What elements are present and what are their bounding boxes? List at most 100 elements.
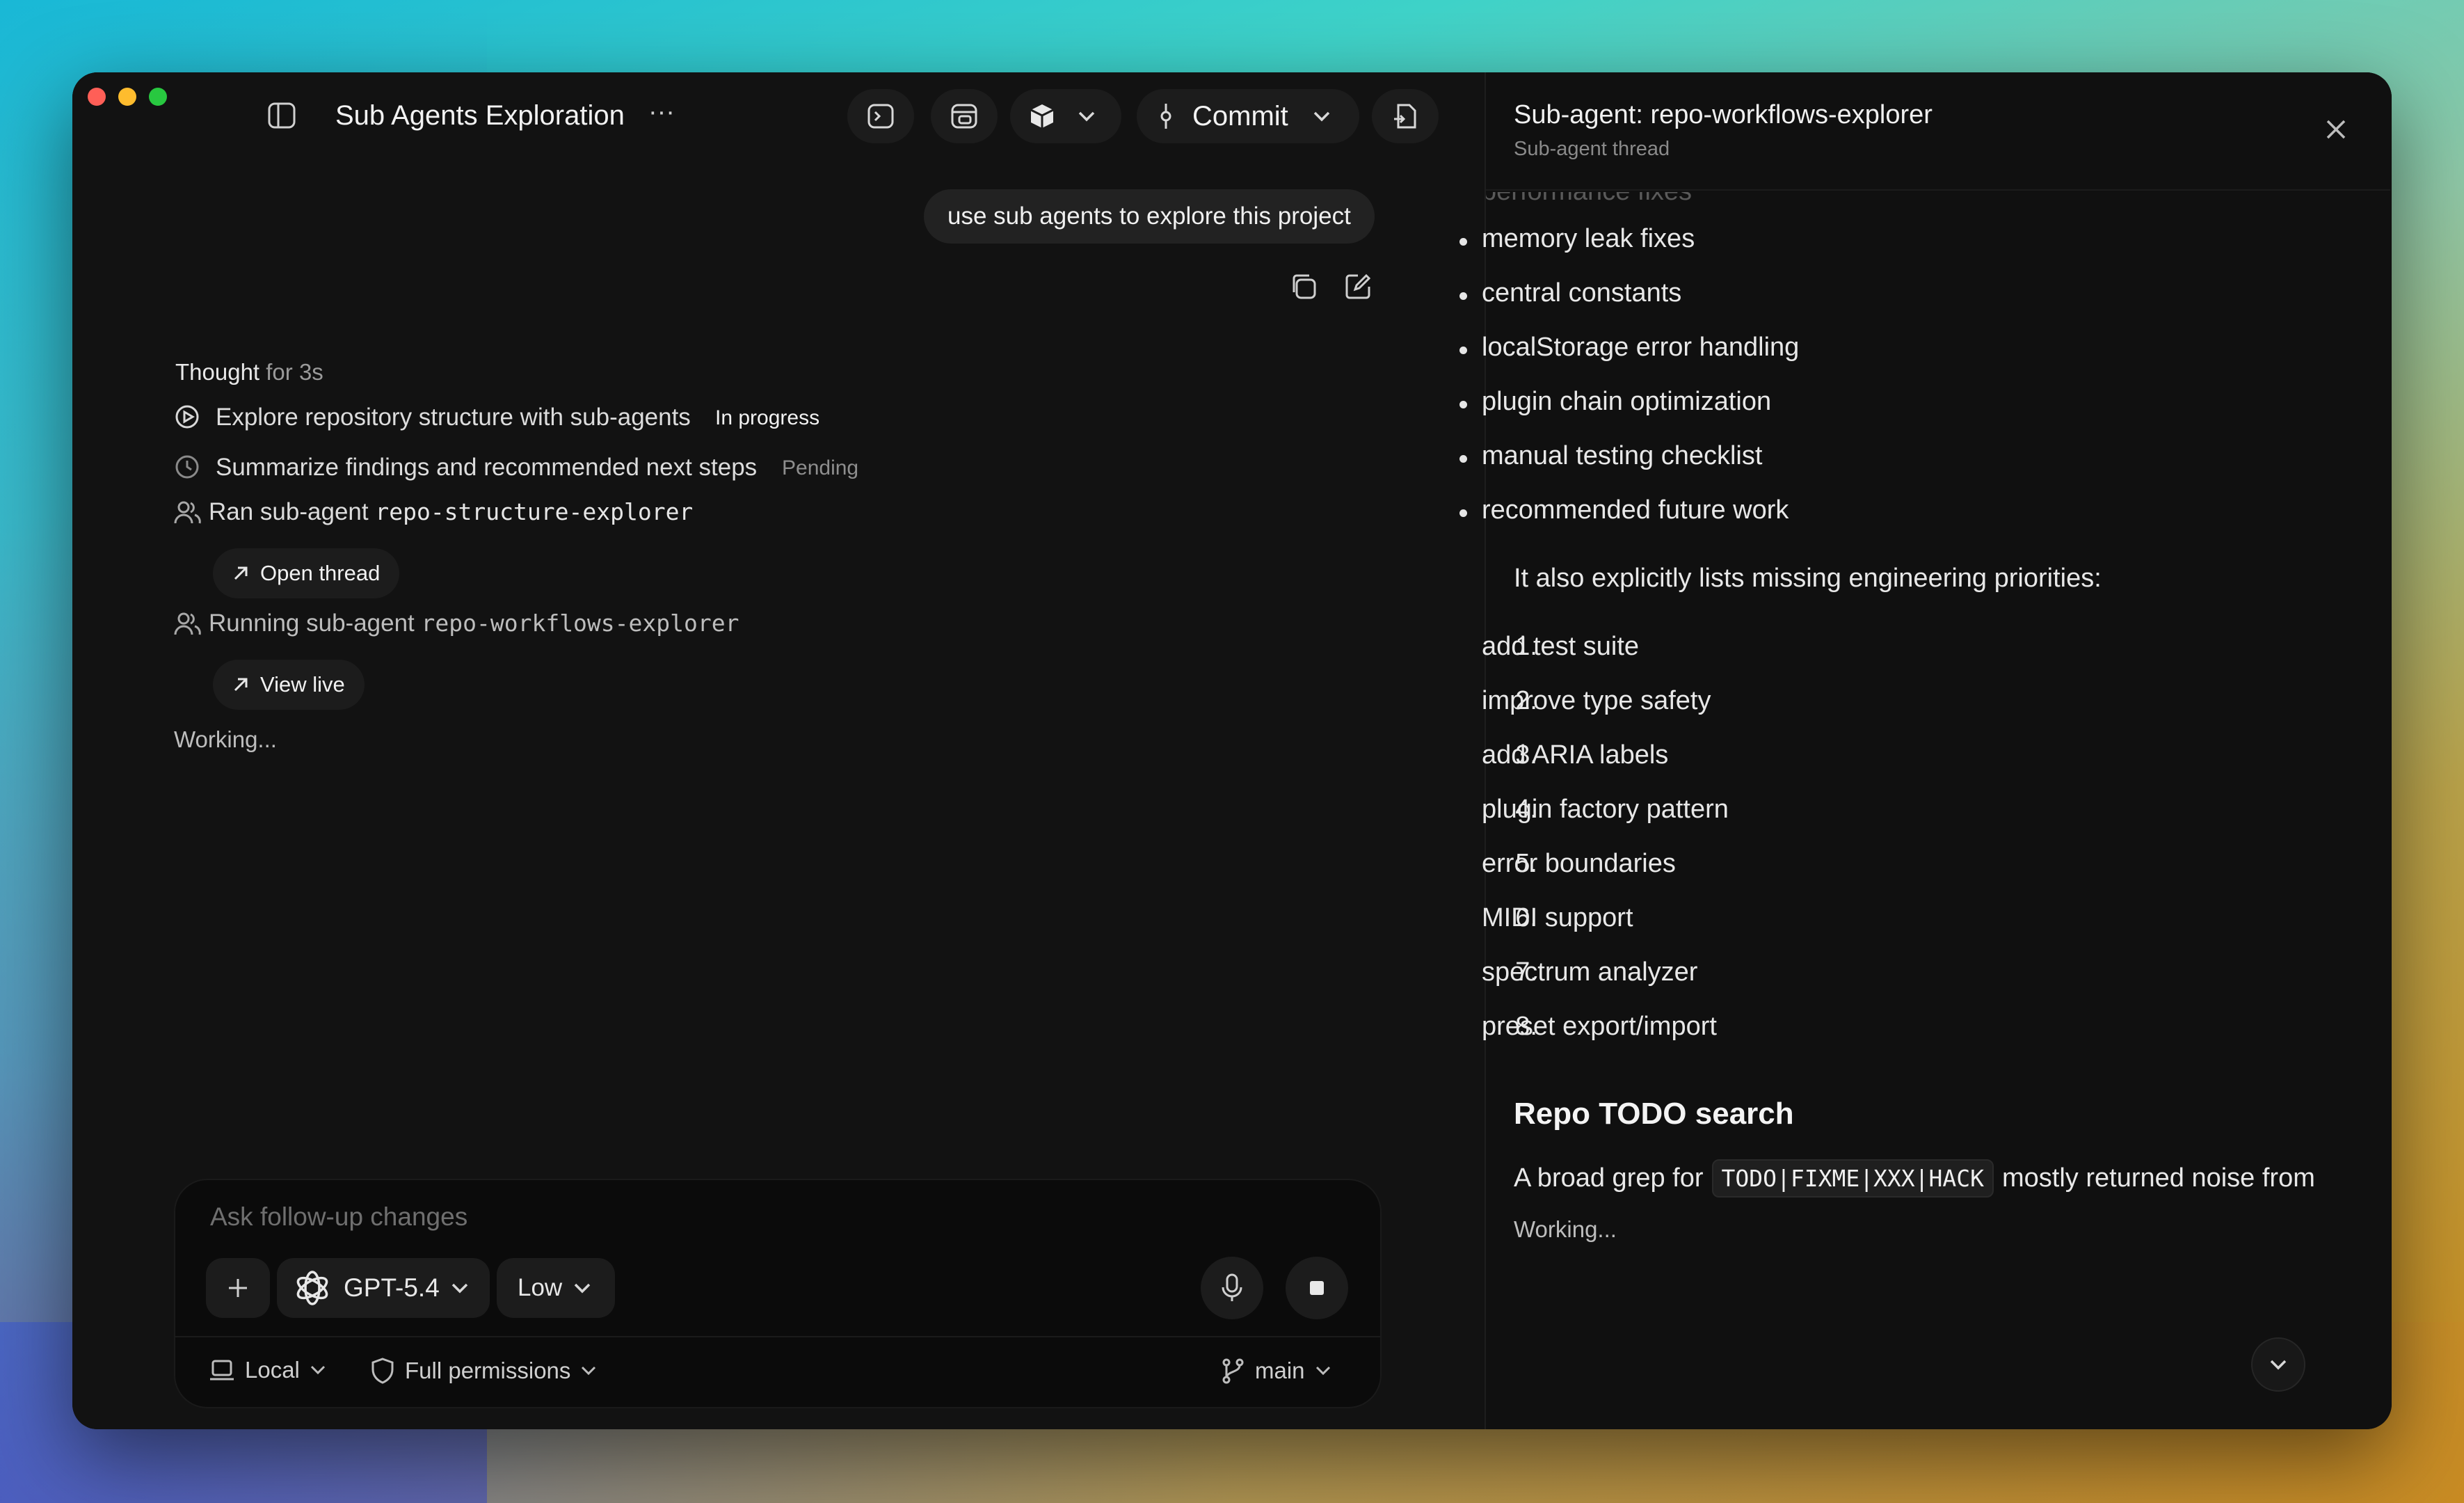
list-item: recommended future work	[1482, 495, 1789, 525]
panel-header-divider	[1486, 189, 2390, 191]
composer-divider	[174, 1336, 1382, 1337]
scroll-to-bottom-button[interactable]	[2251, 1337, 2305, 1392]
cube-icon	[1030, 104, 1054, 128]
grep-paragraph: A broad grep for TODO|FIXME|XXX|HACK mos…	[1514, 1159, 2315, 1198]
chevron-down-icon	[1315, 1366, 1330, 1376]
arrow-up-right-icon	[234, 678, 248, 692]
close-panel-icon[interactable]	[2323, 117, 2349, 142]
stop-button[interactable]	[1286, 1257, 1348, 1319]
terminal-button[interactable]	[847, 89, 914, 143]
bullet-dot	[1459, 292, 1467, 300]
user-message-bubble: use sub agents to explore this project	[924, 189, 1375, 244]
arrow-up-right-icon	[234, 566, 248, 580]
list-item: manual testing checklist	[1482, 441, 1763, 470]
edit-message-icon[interactable]	[1343, 271, 1373, 302]
more-options-button[interactable]: ···	[648, 97, 675, 127]
list-item: plugin chain optimization	[1482, 387, 1772, 416]
effort-label: Low	[518, 1274, 563, 1301]
chevron-down-icon	[310, 1365, 325, 1375]
priority-item: error boundaries	[1482, 849, 1676, 878]
minimize-window-button[interactable]	[118, 88, 136, 106]
location-selector[interactable]: Local	[209, 1357, 326, 1383]
agent-run-prefix: Ran sub-agent	[209, 498, 369, 525]
composer-input[interactable]: Ask follow-up changes	[210, 1202, 467, 1232]
panel-working-indicator: Working...	[1514, 1216, 1617, 1242]
reasoning-effort-selector[interactable]: Low	[497, 1258, 615, 1318]
thought-duration: Thought for 3s	[175, 359, 323, 385]
task-label: Summarize findings and recommended next …	[216, 454, 758, 481]
grep-text-before: A broad grep for	[1514, 1163, 1704, 1193]
chevron-down-icon	[2270, 1360, 2287, 1370]
file-export-icon	[1394, 104, 1416, 129]
grep-code: TODO|FIXME|XXX|HACK	[1711, 1159, 1994, 1198]
priority-item: add ARIA labels	[1482, 740, 1669, 770]
copy-message-icon[interactable]	[1288, 271, 1319, 302]
priority-item: improve type safety	[1482, 686, 1711, 715]
task-status-pending: Pending	[782, 456, 859, 479]
branch-label: main	[1255, 1358, 1305, 1383]
section-heading: Repo TODO search	[1514, 1097, 1794, 1131]
bullet-dot	[1459, 238, 1467, 246]
commit-label: Commit	[1192, 100, 1288, 132]
panel-subtitle: Sub-agent thread	[1514, 138, 1670, 160]
bullet-dot	[1459, 347, 1467, 354]
git-branch-icon	[1222, 1358, 1244, 1384]
priority-item: MIDI support	[1482, 903, 1633, 932]
agent-run-text: Ran sub-agent repo-structure-explorer	[209, 498, 693, 526]
task-status-in-progress: In progress	[715, 406, 820, 429]
microphone-icon	[1222, 1273, 1242, 1301]
open-thread-button[interactable]: Open thread	[213, 548, 400, 598]
window-title: Sub Agents Exploration	[335, 100, 625, 131]
agent-name: repo-workflows-explorer	[421, 610, 739, 637]
location-label: Local	[245, 1357, 300, 1383]
add-attachment-button[interactable]	[206, 1258, 270, 1318]
working-indicator: Working...	[174, 726, 277, 752]
view-live-label: View live	[260, 672, 345, 697]
in-progress-icon	[174, 404, 200, 430]
openai-logo-icon	[296, 1271, 328, 1305]
agent-name: repo-structure-explorer	[375, 498, 694, 525]
priority-item: add test suite	[1482, 632, 1640, 661]
list-item: central constants	[1482, 278, 1682, 308]
commit-button[interactable]: Commit	[1137, 89, 1359, 143]
priority-item: spectrum analyzer	[1482, 957, 1698, 987]
permissions-selector[interactable]: Full permissions	[370, 1357, 597, 1385]
sidebar-toggle-icon[interactable]	[267, 102, 296, 129]
stop-icon	[1310, 1281, 1324, 1295]
terminal-icon	[867, 104, 894, 129]
thought-prefix: Thought	[175, 359, 260, 385]
plus-icon	[229, 1279, 247, 1297]
diff-button[interactable]	[931, 89, 998, 143]
shield-icon	[371, 1358, 394, 1384]
laptop-icon	[210, 1360, 234, 1381]
priorities-intro: It also explicitly lists missing enginee…	[1514, 564, 2102, 593]
task-label: Explore repository structure with sub-ag…	[216, 404, 691, 431]
agent-run-prefix: Running sub-agent	[209, 610, 415, 637]
bullet-dot	[1459, 509, 1467, 517]
model-label: GPT-5.4	[344, 1273, 440, 1302]
zoom-window-button[interactable]	[149, 88, 167, 106]
bullet-dot	[1459, 401, 1467, 408]
permissions-label: Full permissions	[405, 1358, 571, 1383]
agent-run-text: Running sub-agent repo-workflows-explore…	[209, 610, 739, 637]
git-commit-icon	[1160, 104, 1171, 129]
chevron-down-icon	[574, 1283, 591, 1294]
priority-item: plugin factory pattern	[1482, 795, 1729, 824]
window-stack-icon	[951, 104, 977, 129]
bullet-dot	[1459, 455, 1467, 463]
chevron-down-icon	[451, 1283, 468, 1294]
agents-icon	[174, 611, 202, 636]
view-live-button[interactable]: View live	[213, 660, 365, 710]
model-selector[interactable]: GPT-5.4	[277, 1258, 490, 1318]
chevron-down-icon	[582, 1366, 596, 1376]
grep-text-after: mostly returned noise from	[2002, 1163, 2315, 1193]
agents-icon	[174, 500, 202, 525]
branch-selector[interactable]: main	[1220, 1357, 1331, 1385]
chevron-down-icon	[1078, 111, 1095, 122]
chevron-down-icon	[1313, 111, 1330, 122]
close-window-button[interactable]	[88, 88, 106, 106]
pending-clock-icon	[174, 454, 200, 480]
create-pr-button[interactable]	[1372, 89, 1439, 143]
open-in-editor-button[interactable]	[1010, 89, 1121, 143]
voice-input-button[interactable]	[1201, 1257, 1263, 1319]
